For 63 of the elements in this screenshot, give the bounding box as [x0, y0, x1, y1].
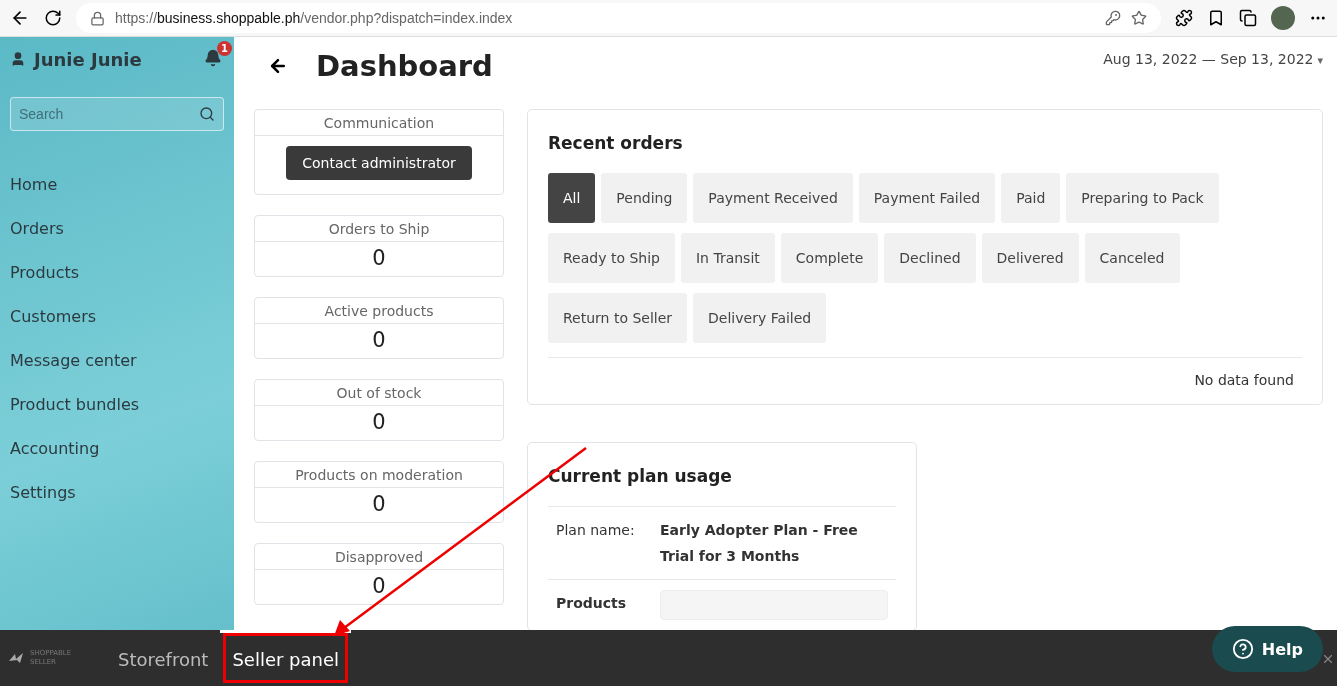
- nav-item[interactable]: Message center: [10, 339, 224, 383]
- status-filter-tab[interactable]: Preparing to Pack: [1066, 173, 1219, 223]
- card-label: Orders to Ship: [255, 216, 503, 242]
- status-filter-tab[interactable]: Payment Failed: [858, 173, 996, 223]
- address-bar[interactable]: https://business.shoppable.ph/vendor.php?dispatch=index.index: [76, 3, 1161, 33]
- card-value: 0: [371, 327, 387, 354]
- favorites-icon[interactable]: [1207, 9, 1225, 27]
- notification-badge: 1: [217, 41, 232, 56]
- reload-icon[interactable]: [44, 9, 62, 27]
- card-label: Disapproved: [255, 544, 503, 570]
- user-name[interactable]: Junie Junie: [34, 48, 196, 70]
- bottom-tab[interactable]: Seller panel: [220, 630, 352, 686]
- card-value: 0: [371, 245, 387, 272]
- status-filter-tab[interactable]: Paid: [1001, 173, 1061, 223]
- panel-title: Current plan usage: [548, 465, 733, 486]
- status-filter-tab[interactable]: Ready to Ship: [548, 233, 675, 283]
- card-label: Products on moderation: [255, 462, 503, 488]
- date-range-picker[interactable]: Aug 13, 2022 — Sep 13, 2022: [1103, 51, 1314, 67]
- bottom-tab[interactable]: Storefront: [106, 630, 221, 686]
- collections-icon[interactable]: [1239, 9, 1257, 27]
- plan-label: Plan name:: [556, 521, 636, 540]
- nav-item[interactable]: Product bundles: [10, 383, 224, 427]
- search-field[interactable]: Search: [10, 97, 224, 131]
- status-filter-tab[interactable]: Canceled: [1084, 233, 1180, 283]
- card-label: Active products: [255, 298, 503, 324]
- extensions-icon[interactable]: [1175, 9, 1193, 27]
- nav-item[interactable]: Settings: [10, 471, 224, 515]
- help-icon: [1231, 638, 1254, 660]
- meter-label: Products: [556, 594, 628, 613]
- search-icon[interactable]: [199, 106, 215, 122]
- panel-title: Recent orders: [548, 132, 684, 153]
- page-title: Dashboard: [316, 49, 494, 83]
- status-filter-tab[interactable]: Return to Seller: [548, 293, 688, 343]
- status-filter-tab[interactable]: Delivery Failed: [693, 293, 827, 343]
- profile-avatar[interactable]: [1271, 6, 1295, 30]
- user-icon: [10, 51, 26, 67]
- nav-item[interactable]: Customers: [10, 295, 224, 339]
- status-filter-tab[interactable]: Declined: [884, 233, 976, 283]
- status-filter-tab[interactable]: All: [548, 173, 596, 223]
- status-filter-tab[interactable]: Payment Received: [693, 173, 853, 223]
- bell-icon[interactable]: [204, 49, 222, 67]
- close-icon[interactable]: [1321, 652, 1335, 666]
- empty-message: No data found: [1193, 371, 1295, 388]
- card-value: 0: [371, 573, 387, 600]
- status-filter-tab[interactable]: Complete: [780, 233, 879, 283]
- card-value: 0: [371, 409, 387, 436]
- favorite-star-icon[interactable]: [1131, 10, 1147, 26]
- card-label: Communication: [255, 110, 503, 136]
- status-filter-tab[interactable]: Pending: [601, 173, 688, 223]
- lock-icon[interactable]: [90, 10, 105, 26]
- nav-item[interactable]: Orders: [10, 207, 224, 251]
- key-icon[interactable]: [1105, 10, 1121, 26]
- nav-item[interactable]: Home: [10, 163, 224, 207]
- status-filter-tab[interactable]: Delivered: [981, 233, 1079, 283]
- nav-item[interactable]: Accounting: [10, 427, 224, 471]
- nav-item[interactable]: Products: [10, 251, 224, 295]
- plan-name: Early Adopter Plan - Free Trial for 3 Months: [660, 521, 859, 566]
- card-value: 0: [371, 491, 387, 518]
- status-filter-tab[interactable]: In Transit: [680, 233, 775, 283]
- contact-button[interactable]: Contact administrator: [286, 146, 472, 180]
- card-label: Out of stock: [255, 380, 503, 406]
- caret-icon[interactable]: ▾: [1317, 54, 1323, 67]
- help-button[interactable]: Help: [1211, 626, 1323, 672]
